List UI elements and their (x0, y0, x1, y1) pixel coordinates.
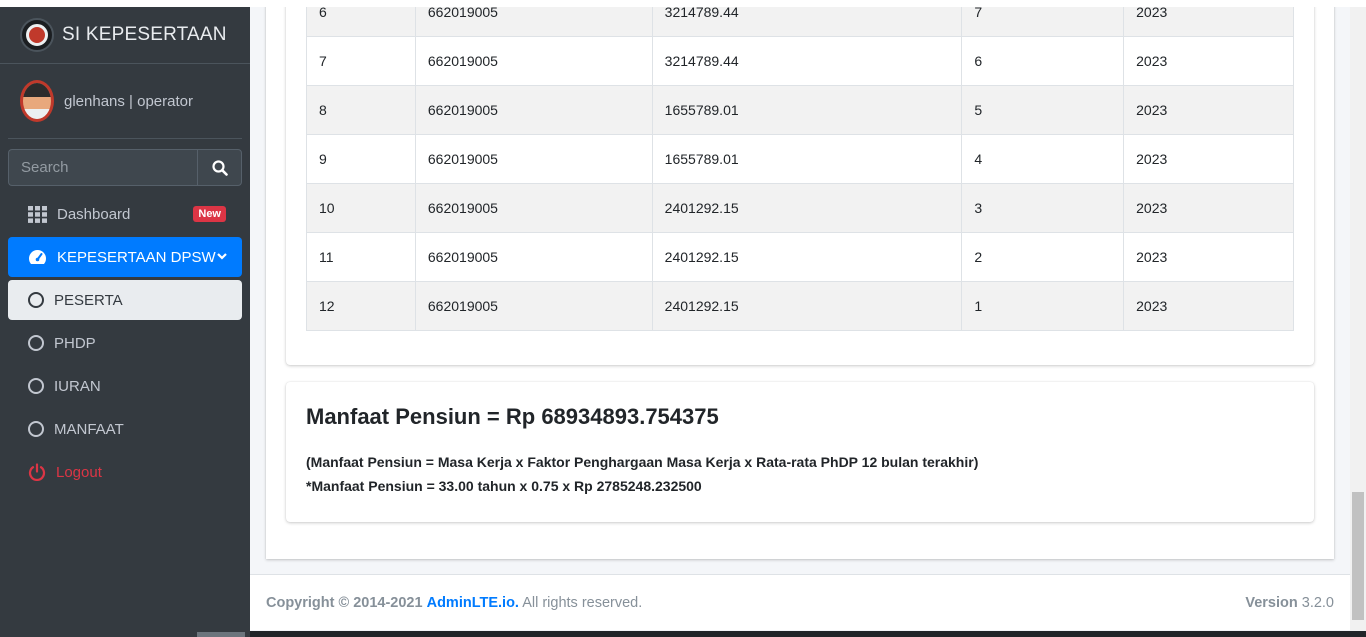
search-button[interactable] (197, 149, 242, 186)
sidebar-item-kepesertaan-dpsw[interactable]: KEPESERTAAN DPSW (8, 237, 242, 277)
new-badge: New (193, 206, 226, 222)
table-cell: 2023 (1123, 281, 1294, 331)
table-cell: 1655789.01 (651, 85, 963, 135)
brand-name: SI KEPESERTAAN (62, 24, 227, 45)
table-cell: 2023 (1123, 85, 1294, 135)
sidebar-scrollbar[interactable] (197, 632, 245, 637)
sidebar-item-label: Logout (56, 463, 102, 481)
sidebar-item-label: IURAN (54, 377, 101, 395)
table-cell: 8 (306, 85, 416, 135)
table-cell: 662019005 (414, 134, 653, 184)
table-cell: 662019005 (414, 183, 653, 233)
footer-rights: All rights reserved. (522, 594, 643, 611)
table-cell: 2401292.15 (651, 183, 963, 233)
version-number: 3.2.0 (1301, 594, 1334, 611)
circle-icon (28, 378, 44, 394)
table-cell: 11 (306, 232, 416, 282)
brand-logo (20, 18, 54, 52)
table-cell: 662019005 (414, 36, 653, 86)
table-cell: 2 (961, 232, 1125, 282)
power-icon (28, 463, 46, 481)
footer: Copyright © 2014-2021 AdminLTE.io. All r… (250, 574, 1350, 630)
table-cell: 2023 (1123, 232, 1294, 282)
brand-link[interactable]: SI KEPESERTAAN (0, 7, 250, 64)
circle-icon (28, 335, 44, 351)
table-cell: 5 (961, 85, 1125, 135)
table-cell: 1655789.01 (651, 134, 963, 184)
manfaat-card: Manfaat Pensiun = Rp 68934893.754375 (Ma… (286, 382, 1314, 522)
scrollbar-thumb[interactable] (1352, 492, 1364, 620)
manfaat-title: Manfaat Pensiun = Rp 68934893.754375 (306, 404, 719, 429)
version-label: Version (1245, 594, 1298, 611)
sidebar-item-manfaat[interactable]: MANFAAT (8, 409, 242, 449)
manfaat-formula: (Manfaat Pensiun = Masa Kerja x Faktor P… (306, 454, 979, 470)
table-cell: 2401292.15 (651, 281, 963, 331)
sidebar-item-logout[interactable]: Logout (8, 452, 242, 492)
bottom-strip (250, 631, 1366, 637)
phdp-table: 6 662019005 3214789.44 7 2023 7 662019005 32147… (306, 0, 1294, 331)
sidebar-item-label: MANFAAT (54, 420, 124, 438)
sidebar-item-peserta[interactable]: PESERTA (8, 280, 242, 320)
top-strip (0, 0, 1366, 7)
sidebar-item-label: PHDP (54, 334, 96, 352)
sidebar-search (8, 149, 242, 186)
user-panel: glenhans | operator (8, 64, 242, 139)
table-row: 10 662019005 2401292.15 3 2023 (306, 183, 1294, 233)
table-row: 11 662019005 2401292.15 2 2023 (306, 232, 1294, 282)
tachometer-icon (28, 249, 47, 264)
footer-adminlte-link[interactable]: AdminLTE.io. (427, 595, 519, 611)
sidebar-item-phdp[interactable]: PHDP (8, 323, 242, 363)
table-cell: 2023 (1123, 134, 1294, 184)
main-content: 6 662019005 3214789.44 7 2023 7 662019005 32147… (250, 0, 1350, 637)
table-cell: 2023 (1123, 183, 1294, 233)
table-cell: 662019005 (414, 232, 653, 282)
table-cell: 662019005 (414, 85, 653, 135)
table-cell: 12 (306, 281, 416, 331)
table-cell: 6 (961, 36, 1125, 86)
circle-icon (28, 421, 44, 437)
search-icon (211, 159, 228, 176)
table-cell: 2401292.15 (651, 232, 963, 282)
table-cell: 3 (961, 183, 1125, 233)
table-cell: 7 (306, 36, 416, 86)
table-row: 7 662019005 3214789.44 6 2023 (306, 36, 1294, 86)
user-name[interactable]: glenhans | operator (64, 93, 193, 110)
table-cell: 3214789.44 (651, 36, 963, 86)
search-input[interactable] (8, 149, 197, 186)
manfaat-calc: *Manfaat Pensiun = 33.00 tahun x 0.75 x … (306, 478, 702, 494)
sidebar-item-label: PESERTA (54, 291, 123, 309)
table-cell: 1 (961, 281, 1125, 331)
sidebar-item-iuran[interactable]: IURAN (8, 366, 242, 406)
page-scrollbar[interactable] (1350, 7, 1366, 637)
table-row: 8 662019005 1655789.01 5 2023 (306, 85, 1294, 135)
footer-copyright: Copyright © 2014-2021 (266, 594, 423, 611)
table-cell: 10 (306, 183, 416, 233)
table-cell: 662019005 (414, 281, 653, 331)
sidebar-item-dashboard[interactable]: Dashboard New (8, 194, 242, 234)
table-cell: 2023 (1123, 36, 1294, 86)
sidebar-item-label: Dashboard (57, 205, 131, 223)
avatar (20, 80, 54, 122)
table-cell: 4 (961, 134, 1125, 184)
circle-icon (28, 292, 44, 308)
grid-icon (28, 205, 47, 223)
table-row: 9 662019005 1655789.01 4 2023 (306, 134, 1294, 184)
table-cell: 9 (306, 134, 416, 184)
sidebar-item-label: KEPESERTAAN DPSW (57, 248, 216, 266)
chevron-down-icon (217, 253, 227, 260)
sidebar-nav: Dashboard New KEPESERTAAN DPSW PESERTA P… (8, 194, 242, 495)
table-row: 12 662019005 2401292.15 1 2023 (306, 281, 1294, 331)
